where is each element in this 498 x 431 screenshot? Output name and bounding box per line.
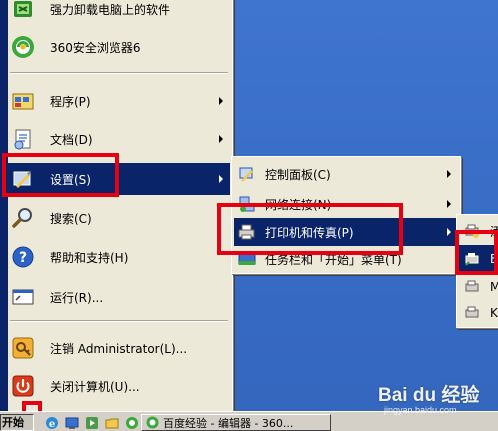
submenu-arrow-icon <box>219 175 223 183</box>
settings-submenu: 控制面板(C) 网络连接(N) 打印机和传真(P) 任务栏和「开始」菜单(T) <box>231 156 461 274</box>
submenu-arrow-icon <box>447 170 451 178</box>
control-panel-icon <box>237 164 257 184</box>
submenu-item-printer-e[interactable]: E <box>459 245 498 273</box>
360-browser-icon <box>10 34 36 60</box>
menu-item-search[interactable]: 搜索(C) <box>8 201 230 235</box>
menu-item-label: 注销 Administrator(L)... <box>50 341 188 356</box>
submenu-item-printers-and-faxes[interactable]: 打印机和传真(P) <box>234 218 458 246</box>
submenu-item-label: K <box>490 306 498 320</box>
printer-fax-icon <box>237 222 257 242</box>
quick-launch-ie-icon[interactable]: e <box>44 415 60 430</box>
documents-icon <box>10 126 36 152</box>
help-icon: ? <box>10 244 36 270</box>
quick-launch-browser-icon[interactable] <box>124 415 140 430</box>
menu-separator <box>10 72 228 74</box>
submenu-item-network-connections[interactable]: 网络连接(N) <box>234 190 458 218</box>
quick-launch-desktop-icon[interactable] <box>64 415 80 430</box>
submenu-item-printer-k[interactable]: K <box>459 299 498 327</box>
menu-item-settings[interactable]: 设置(S) <box>8 163 230 195</box>
uninstaller-icon <box>10 0 36 22</box>
start-menu-side-strip <box>0 0 8 411</box>
taskbar-button-browser[interactable]: 百度经验 - 编辑器 - 360... <box>141 414 331 431</box>
network-connections-icon <box>237 194 257 214</box>
menu-item-logoff[interactable]: 注销 Administrator(L)... <box>8 331 230 365</box>
printer-icon <box>462 303 482 323</box>
360-browser-icon <box>146 416 159 429</box>
submenu-item-add-printer[interactable]: 添 <box>459 217 498 245</box>
menu-item-help[interactable]: ? 帮助和支持(H) <box>8 240 230 274</box>
submenu-arrow-icon <box>219 97 223 105</box>
submenu-item-printer-m[interactable]: M <box>459 273 498 301</box>
settings-icon <box>10 166 36 192</box>
submenu-item-label: E <box>490 252 498 266</box>
logoff-icon <box>10 335 36 361</box>
menu-item-label: 搜索(C) <box>50 211 92 226</box>
quick-launch-player-icon[interactable] <box>84 415 100 430</box>
programs-icon <box>10 88 36 114</box>
quick-launch-folder-icon[interactable] <box>104 415 120 430</box>
menu-item-documents[interactable]: 文档(D) <box>8 122 230 156</box>
start-menu: 强力卸载电脑上的软件 360安全浏览器6 程序(P) 文档(D) 设置(S) 搜… <box>0 0 233 411</box>
svg-text:?: ? <box>19 250 27 266</box>
menu-item-label: 帮助和支持(H) <box>50 250 129 265</box>
submenu-item-label: 打印机和传真(P) <box>265 225 354 240</box>
taskbar: 开始 e 百度经验 - 编辑器 - 360... <box>0 411 498 431</box>
menu-item-uninstaller[interactable]: 强力卸载电脑上的软件 <box>8 0 230 26</box>
submenu-arrow-icon <box>447 200 451 208</box>
submenu-item-label: M <box>490 280 498 294</box>
submenu-item-label: 控制面板(C) <box>265 167 331 182</box>
run-icon <box>10 284 36 310</box>
printer-icon <box>462 277 482 297</box>
submenu-item-label: 添 <box>490 224 498 239</box>
menu-item-label: 关闭计算机(U)... <box>50 379 140 394</box>
menu-item-shutdown[interactable]: 关闭计算机(U)... <box>8 369 230 403</box>
menu-item-run[interactable]: 运行(R)... <box>8 280 230 314</box>
menu-item-label: 文档(D) <box>50 132 93 147</box>
submenu-item-label: 任务栏和「开始」菜单(T) <box>265 252 402 267</box>
printer-icon <box>462 249 482 269</box>
menu-item-programs[interactable]: 程序(P) <box>8 84 230 118</box>
svg-text:e: e <box>49 419 55 430</box>
taskbar-button-label: 百度经验 - 编辑器 - 360... <box>163 416 294 430</box>
taskbar-icon <box>237 249 257 269</box>
printers-submenu: 添 E M K <box>456 214 498 328</box>
submenu-arrow-icon <box>447 228 451 236</box>
submenu-item-label: 网络连接(N) <box>265 197 332 212</box>
submenu-arrow-icon <box>219 135 223 143</box>
menu-item-360-browser[interactable]: 360安全浏览器6 <box>8 30 230 64</box>
menu-item-label: 设置(S) <box>50 172 91 187</box>
shutdown-icon <box>10 373 36 399</box>
add-printer-icon <box>462 221 482 241</box>
menu-item-label: 360安全浏览器6 <box>50 40 141 55</box>
menu-item-label: 运行(R)... <box>50 290 104 305</box>
submenu-item-control-panel[interactable]: 控制面板(C) <box>234 160 458 188</box>
menu-separator <box>10 320 228 322</box>
submenu-item-taskbar-start-menu[interactable]: 任务栏和「开始」菜单(T) <box>234 245 458 273</box>
menu-item-label: 强力卸载电脑上的软件 <box>50 2 171 17</box>
menu-item-label: 程序(P) <box>50 94 91 109</box>
search-icon <box>10 205 36 231</box>
start-button[interactable]: 开始 <box>0 414 34 431</box>
